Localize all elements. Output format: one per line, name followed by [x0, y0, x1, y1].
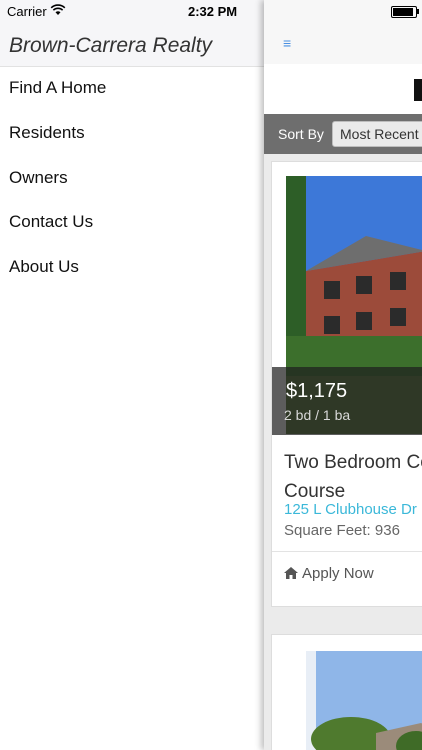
battery-tip — [417, 9, 419, 14]
carrier-label: Carrier — [7, 4, 47, 19]
listing-price: $1,175 — [286, 380, 348, 402]
listing-address[interactable]: 125 L Clubhouse Dr — [284, 501, 417, 518]
apply-now-button[interactable]: Apply Now — [284, 565, 374, 582]
apply-now-label: Apply Now — [302, 565, 374, 582]
menu-header: Brown-Carrera Realty — [0, 22, 264, 67]
listing-square-feet: Square Feet: 936 — [284, 522, 400, 539]
menu-item-owners[interactable]: Owners — [9, 168, 68, 188]
card-divider — [272, 551, 422, 552]
listing-card[interactable]: $1,175 2 bd / 1 ba Two Bedroom Co Course… — [271, 161, 422, 607]
listing-photo — [306, 651, 422, 750]
home-icon — [284, 567, 298, 579]
main-panel: ≡ Sort By Most Recent $1,175 2 bd / 1 ba… — [264, 0, 422, 750]
logo-band — [264, 64, 422, 115]
menu-title: Brown-Carrera Realty — [9, 34, 213, 57]
battery-icon — [391, 6, 417, 18]
navigation-bar: ≡ — [264, 0, 422, 65]
menu-item-find-a-home[interactable]: Find A Home — [9, 78, 106, 98]
logo-icon — [414, 79, 422, 101]
listing-card[interactable] — [271, 634, 422, 750]
status-bar: Carrier 2:32 PM — [0, 0, 264, 22]
listing-title-line2: Course — [284, 481, 346, 502]
wifi-icon — [50, 4, 66, 15]
listing-title[interactable]: Two Bedroom Co Course — [284, 448, 422, 506]
menu-item-contact-us[interactable]: Contact Us — [9, 212, 93, 232]
listing-beds-baths: 2 bd / 1 ba — [284, 407, 351, 423]
listing-title-line1: Two Bedroom Co — [284, 452, 422, 473]
sort-select[interactable]: Most Recent — [332, 121, 422, 147]
menu-item-residents[interactable]: Residents — [9, 123, 85, 143]
status-time: 2:32 PM — [188, 4, 238, 19]
hamburger-icon[interactable]: ≡ — [283, 35, 291, 51]
menu-item-about-us[interactable]: About Us — [9, 257, 79, 277]
side-menu: Carrier 2:32 PM Brown-Carrera Realty Fin… — [0, 0, 264, 750]
sort-label: Sort By — [278, 126, 324, 142]
